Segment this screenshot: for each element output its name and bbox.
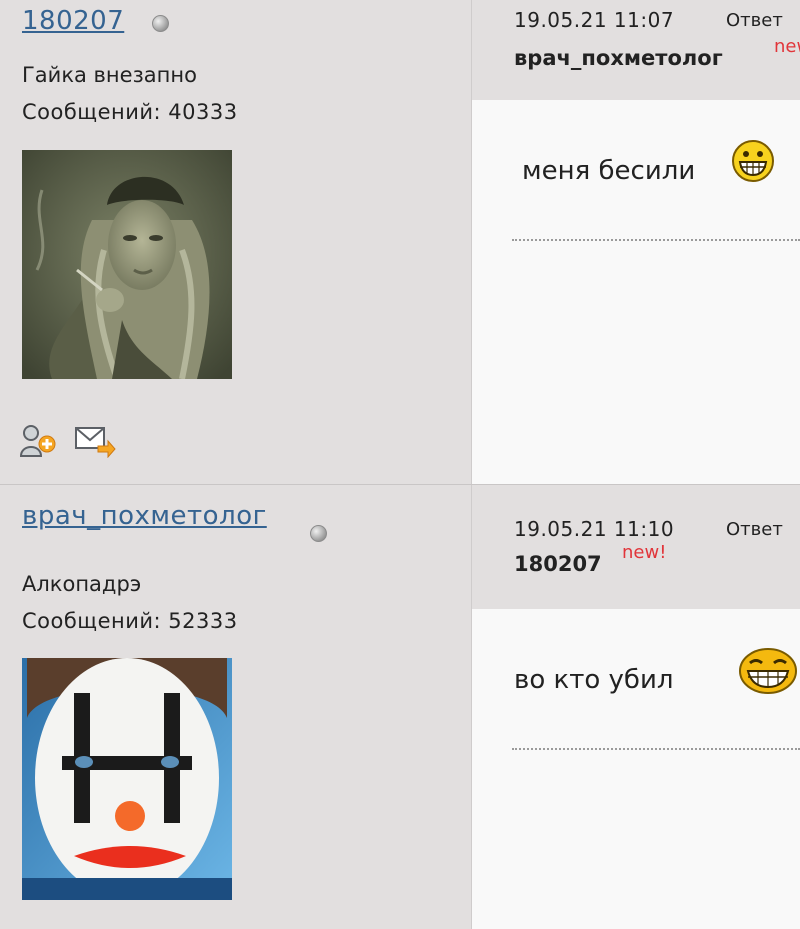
send-message-icon[interactable] — [74, 424, 116, 459]
post-divider — [512, 239, 800, 241]
avatar — [22, 658, 232, 900]
status-dot-icon — [152, 15, 169, 32]
post-date: 19.05.21 11:07 — [514, 8, 675, 32]
post-body: 19.05.21 11:07 Ответ врач_похметолог new… — [472, 0, 800, 484]
new-badge: new! — [622, 542, 667, 563]
laughing-smiley-icon — [738, 647, 798, 695]
post-header: 19.05.21 11:07 Ответ врач_похметолог new — [472, 0, 800, 100]
message-count: Сообщений: 52333 — [22, 609, 238, 633]
post-text: во кто убил — [514, 665, 674, 695]
author-panel: врач_похметолог Алкопадрэ Сообщений: 523… — [0, 485, 472, 929]
post-divider — [512, 748, 800, 750]
grinning-smiley-icon — [730, 138, 776, 184]
reply-button[interactable]: Ответ — [726, 10, 783, 31]
forum-post: врач_похметолог Алкопадрэ Сообщений: 523… — [0, 484, 800, 929]
post-header: 19.05.21 11:10 Ответ 180207 new! — [472, 485, 800, 609]
status-dot-icon — [310, 525, 327, 542]
author-panel: 180207 Гайка внезапно Сообщений: 40333 — [0, 0, 472, 484]
username-link[interactable]: 180207 — [22, 6, 124, 36]
reply-button[interactable]: Ответ — [726, 519, 783, 540]
avatar — [22, 150, 232, 379]
post-date: 19.05.21 11:10 — [514, 517, 675, 541]
user-rank: Алкопадрэ — [22, 572, 142, 596]
message-count: Сообщений: 40333 — [22, 100, 238, 124]
new-badge: new — [774, 36, 800, 57]
post-body: 19.05.21 11:10 Ответ 180207 new! во кто … — [472, 485, 800, 929]
post-text: меня бесили — [522, 156, 696, 186]
user-rank: Гайка внезапно — [22, 63, 197, 87]
add-friend-icon[interactable] — [19, 424, 56, 458]
reply-recipient: врач_похметолог — [514, 46, 723, 70]
reply-recipient: 180207 — [514, 552, 602, 576]
username-link[interactable]: врач_похметолог — [22, 501, 267, 531]
forum-post: 180207 Гайка внезапно Сообщений: 40333 1… — [0, 0, 800, 484]
